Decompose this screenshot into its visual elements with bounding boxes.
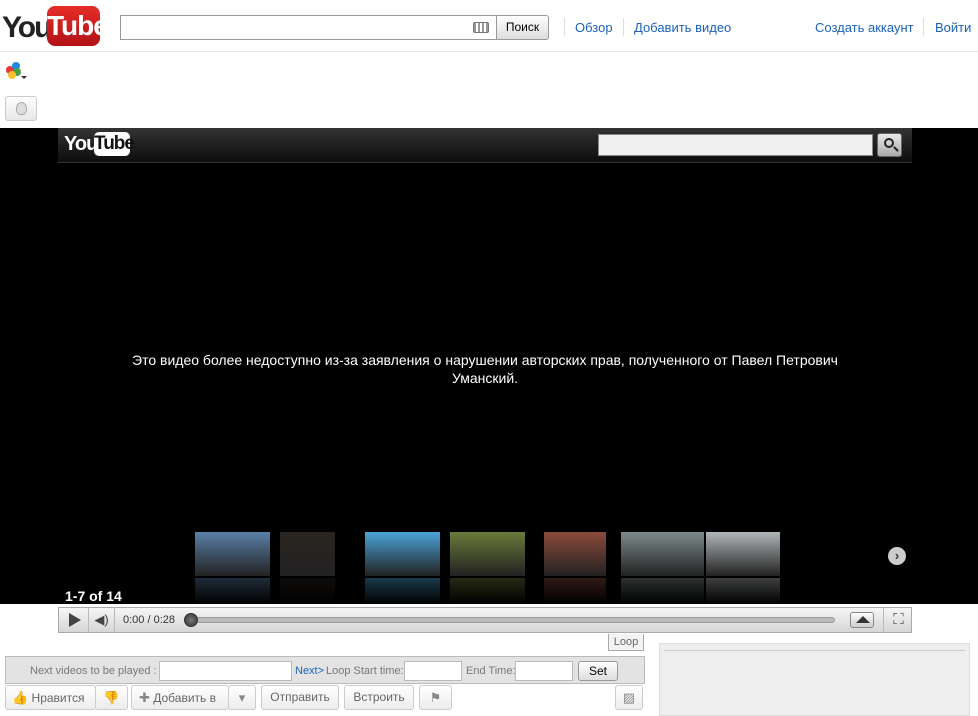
- plus-icon: ✚: [139, 690, 150, 705]
- search-button[interactable]: Поиск: [496, 15, 549, 40]
- loop-start-label: Loop Start time:: [326, 665, 404, 677]
- thumbnail-1[interactable]: [195, 532, 270, 604]
- thumbnail-page-count: 1-7 of 14: [65, 588, 122, 604]
- player-logo-tube: Tube: [94, 132, 135, 156]
- loop-end-label: End Time:: [466, 665, 516, 677]
- lightbulb-icon: [16, 102, 27, 115]
- flag-button[interactable]: ⚑: [419, 685, 452, 710]
- add-to-button[interactable]: ✚ Добавить в: [131, 685, 229, 710]
- player-logo-you: You: [64, 133, 98, 155]
- next-videos-input[interactable]: [159, 661, 292, 681]
- loop-start-input[interactable]: [404, 661, 462, 681]
- thumbs-down-icon: 👎: [103, 690, 120, 705]
- speaker-icon: ◀): [94, 612, 109, 627]
- loop-toolbar: Next videos to be played : Next> Loop St…: [5, 656, 645, 684]
- divider: [564, 18, 565, 36]
- like-label: Нравится: [31, 691, 85, 705]
- play-button[interactable]: [59, 608, 89, 632]
- dislike-button[interactable]: 👎: [95, 685, 128, 710]
- unavailable-message: Это видео более недоступно из-за заявлен…: [132, 352, 838, 386]
- sidebar-panel: [659, 643, 970, 716]
- like-button[interactable]: 👍 Нравится: [5, 685, 96, 710]
- thumbnail-2[interactable]: [280, 532, 335, 604]
- nav-browse-link[interactable]: Обзор: [575, 20, 613, 35]
- next-thumbnails-arrow-icon[interactable]: ›: [888, 547, 906, 565]
- loop-end-input[interactable]: [515, 661, 573, 681]
- progress-scrubber[interactable]: [184, 613, 198, 627]
- player-search-input[interactable]: [598, 134, 873, 156]
- next-link[interactable]: Next>: [295, 665, 324, 677]
- thumbnail-5[interactable]: [544, 532, 606, 604]
- next-videos-label: Next videos to be played :: [30, 665, 157, 677]
- add-to-dropdown[interactable]: ▾: [228, 685, 256, 710]
- create-account-link[interactable]: Создать аккаунт: [815, 20, 914, 35]
- keyboard-icon[interactable]: [473, 22, 489, 33]
- thumbnail-4[interactable]: [450, 532, 525, 604]
- add-to-label: Добавить в: [153, 691, 216, 705]
- thumbnail-7[interactable]: [706, 532, 780, 604]
- progress-bar[interactable]: [187, 617, 835, 623]
- chevron-down-icon: ▾: [238, 690, 246, 705]
- player-search-button[interactable]: [877, 133, 902, 157]
- time-display: 0:00 / 0:28: [123, 614, 175, 626]
- play-icon: [69, 613, 81, 627]
- expand-button[interactable]: [850, 612, 874, 628]
- related-thumbnails: [195, 532, 795, 606]
- stats-icon: ▨: [622, 690, 636, 705]
- masthead: You Tube Поиск Обзор Добавить видео Созд…: [0, 0, 978, 52]
- volume-button[interactable]: ◀): [89, 608, 115, 632]
- logo-tube-text: Tube: [47, 6, 109, 46]
- thumbnail-6[interactable]: [621, 532, 704, 604]
- sign-in-link[interactable]: Войти: [935, 20, 971, 35]
- google-apps-icon[interactable]: [6, 62, 27, 82]
- youtube-logo[interactable]: You Tube: [2, 6, 109, 46]
- fullscreen-button[interactable]: ⛶: [883, 608, 913, 632]
- chevron-up-icon: [856, 616, 870, 623]
- player-controls: ◀) 0:00 / 0:28 ⛶: [58, 607, 912, 633]
- loop-set-button[interactable]: Set: [578, 661, 618, 681]
- nav-upload-link[interactable]: Добавить видео: [634, 20, 731, 35]
- share-button[interactable]: Отправить: [261, 685, 339, 710]
- divider: [923, 18, 924, 36]
- lights-off-button[interactable]: [5, 96, 37, 121]
- loop-tab[interactable]: Loop: [608, 634, 644, 651]
- search-input[interactable]: [120, 15, 497, 40]
- thumbs-up-icon: 👍: [12, 690, 29, 705]
- flag-icon: ⚑: [429, 690, 442, 705]
- fullscreen-icon: ⛶: [893, 611, 904, 628]
- divider: [623, 18, 624, 36]
- stats-button[interactable]: ▨: [615, 685, 643, 710]
- embed-button[interactable]: Встроить: [344, 685, 414, 710]
- thumbnail-3[interactable]: [365, 532, 440, 604]
- logo-you-text: You: [2, 11, 52, 44]
- player-header: You Tube: [58, 128, 912, 163]
